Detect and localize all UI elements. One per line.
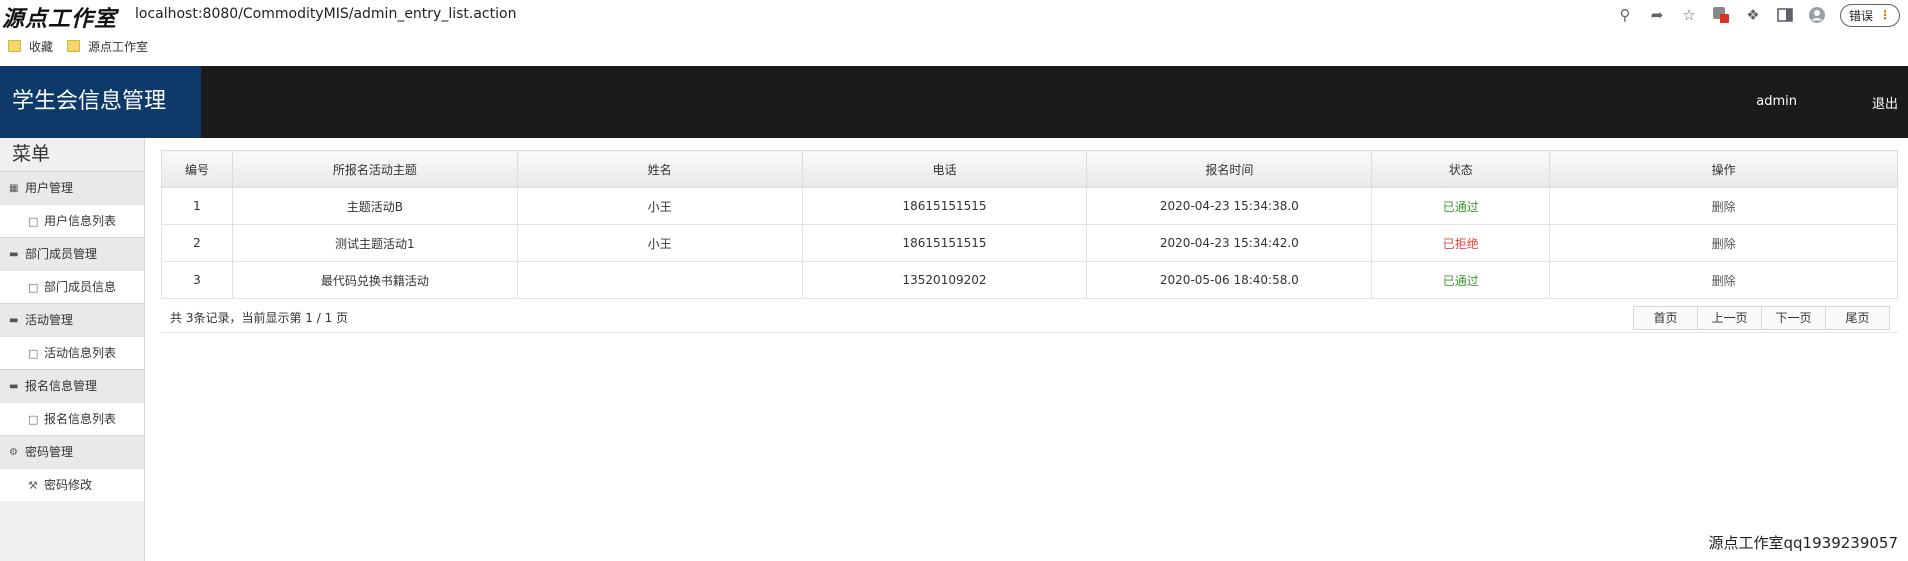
- table-header-row: 编号 所报名活动主题 姓名 电话 报名时间 状态 操作: [161, 150, 1898, 188]
- cell-activity: 测试主题活动1: [231, 224, 518, 262]
- group-label: 部门成员管理: [25, 246, 98, 261]
- page-icon: □: [28, 214, 39, 228]
- status-badge: 已拒绝: [1371, 224, 1551, 262]
- bookmark-label: 收藏: [29, 39, 54, 54]
- sidebar-group-activity[interactable]: ▬ 活动管理: [0, 303, 144, 336]
- cell-id: 2: [161, 224, 233, 262]
- app-header: 学生会信息管理 admin 退出: [0, 66, 1908, 138]
- extension-badge-icon[interactable]: [1712, 6, 1730, 24]
- cell-name: [516, 261, 803, 299]
- cell-id: 3: [161, 261, 233, 299]
- delete-link[interactable]: 删除: [1549, 224, 1898, 262]
- group-label: 报名信息管理: [25, 378, 98, 393]
- sidebar-group-entry[interactable]: ▬ 报名信息管理: [0, 369, 144, 402]
- cell-name: 小王: [516, 224, 803, 262]
- cell-name: 小王: [516, 187, 803, 225]
- star-icon[interactable]: ☆: [1680, 6, 1698, 24]
- sidebar-group-password[interactable]: ⚙ 密码管理: [0, 435, 144, 468]
- sidebar-item-user-list[interactable]: □ 用户信息列表: [0, 204, 144, 237]
- page-icon: □: [28, 280, 39, 294]
- next-page-button[interactable]: 下一页: [1761, 306, 1826, 330]
- pagination-buttons: 首页 上一页 下一页 尾页: [1633, 306, 1890, 330]
- pagination: 共 3条记录，当前显示第 1 / 1 页 首页 上一页 下一页 尾页: [161, 299, 1898, 333]
- sidebar-group-department[interactable]: ▬ 部门成员管理: [0, 237, 144, 270]
- group-label: 用户管理: [25, 180, 74, 195]
- error-label: 错误: [1848, 8, 1873, 23]
- footer-watermark: 源点工作室qq1939239057: [1708, 534, 1898, 552]
- page-icon: □: [28, 412, 39, 426]
- watermark-title: 源点工作室: [2, 6, 118, 32]
- share-icon[interactable]: ➦: [1648, 6, 1666, 24]
- cell-phone: 13520109202: [801, 261, 1088, 299]
- bookmark-favorites[interactable]: 收藏: [8, 38, 53, 55]
- logout-link[interactable]: 退出: [1872, 93, 1898, 112]
- sidebar-item-entry-list[interactable]: □ 报名信息列表: [0, 402, 144, 435]
- item-label: 活动信息列表: [44, 345, 117, 360]
- item-label: 部门成员信息: [44, 279, 117, 294]
- truck-icon: ▬: [9, 380, 19, 392]
- col-header-name: 姓名: [516, 150, 803, 188]
- col-header-time: 报名时间: [1086, 150, 1373, 188]
- cell-id: 1: [161, 187, 233, 225]
- col-header-action: 操作: [1549, 150, 1898, 188]
- table-row: 1 主题活动B 小王 18615151515 2020-04-23 15:34:…: [161, 187, 1898, 225]
- browser-address-bar: 源点工作室 localhost:8080/CommodityMIS/admin_…: [0, 0, 1908, 32]
- sidebar-item-department-members[interactable]: □ 部门成员信息: [0, 270, 144, 303]
- page-icon: □: [28, 346, 39, 360]
- sidepanel-icon[interactable]: [1776, 6, 1794, 24]
- last-page-button[interactable]: 尾页: [1825, 306, 1890, 330]
- entry-table-container: 编号 所报名活动主题 姓名 电话 报名时间 状态 操作 1 主题活动B 小王 1…: [161, 150, 1898, 299]
- status-badge: 已通过: [1371, 261, 1551, 299]
- profile-icon[interactable]: [1808, 6, 1826, 24]
- prev-page-button[interactable]: 上一页: [1697, 306, 1762, 330]
- col-header-activity: 所报名活动主题: [231, 150, 518, 188]
- status-badge: 已通过: [1371, 187, 1551, 225]
- col-header-id: 编号: [161, 150, 233, 188]
- pagination-info: 共 3条记录，当前显示第 1 / 1 页: [170, 311, 349, 325]
- col-header-phone: 电话: [801, 150, 1088, 188]
- cell-time: 2020-04-23 15:34:38.0: [1086, 187, 1373, 225]
- sidebar-group-user[interactable]: ▦ 用户管理: [0, 171, 144, 204]
- zoom-icon[interactable]: ⚲: [1616, 6, 1634, 24]
- truck-icon: ▬: [9, 314, 19, 326]
- item-label: 报名信息列表: [44, 411, 117, 426]
- gear-icon: ⚙: [9, 446, 18, 458]
- item-label: 用户信息列表: [44, 213, 117, 228]
- group-label: 密码管理: [25, 444, 74, 459]
- sidebar: 菜单 ▦ 用户管理 □ 用户信息列表 ▬ 部门成员管理 □ 部门成员信息 ▬ 活…: [0, 138, 145, 561]
- delete-link[interactable]: 删除: [1549, 261, 1898, 299]
- cell-phone: 18615151515: [801, 187, 1088, 225]
- cell-activity: 最代码兑换书籍活动: [231, 261, 518, 299]
- menu-title: 菜单: [12, 143, 51, 165]
- sidebar-item-activity-list[interactable]: □ 活动信息列表: [0, 336, 144, 369]
- url-field[interactable]: localhost:8080/CommodityMIS/admin_entry_…: [135, 6, 516, 22]
- entry-table: 编号 所报名活动主题 姓名 电话 报名时间 状态 操作 1 主题活动B 小王 1…: [161, 150, 1898, 299]
- first-page-button[interactable]: 首页: [1633, 306, 1698, 330]
- cell-phone: 18615151515: [801, 224, 1088, 262]
- bookmarks-bar: 收藏 源点工作室: [0, 35, 148, 57]
- sidebar-item-password-change[interactable]: ⚒ 密码修改: [0, 468, 144, 501]
- col-header-status: 状态: [1371, 150, 1551, 188]
- bookmark-studio[interactable]: 源点工作室: [67, 38, 148, 55]
- group-label: 活动管理: [25, 312, 74, 327]
- item-label: 密码修改: [44, 477, 93, 492]
- table-row: 2 测试主题活动1 小王 18615151515 2020-04-23 15:3…: [161, 224, 1898, 262]
- browser-toolbar: ⚲ ➦ ☆ ❖ 错误 ⋮: [1616, 3, 1900, 27]
- puzzle-icon[interactable]: ❖: [1744, 6, 1762, 24]
- truck-icon: ▬: [9, 248, 19, 260]
- cell-time: 2020-04-23 15:34:42.0: [1086, 224, 1373, 262]
- current-user[interactable]: admin: [1756, 94, 1797, 109]
- menu-dots-icon: ⋮: [1879, 8, 1891, 22]
- folder-icon: [67, 40, 81, 52]
- error-button[interactable]: 错误 ⋮: [1839, 3, 1900, 27]
- wrench-icon: ⚒: [28, 478, 38, 492]
- table-row: 3 最代码兑换书籍活动 13520109202 2020-05-06 18:40…: [161, 261, 1898, 299]
- delete-link[interactable]: 删除: [1549, 187, 1898, 225]
- user-manage-icon: ▦: [9, 182, 19, 194]
- cell-time: 2020-05-06 18:40:58.0: [1086, 261, 1373, 299]
- app-brand: 学生会信息管理: [0, 66, 201, 138]
- bookmark-label: 源点工作室: [88, 39, 149, 54]
- folder-icon: [8, 40, 21, 52]
- cell-activity: 主题活动B: [231, 187, 518, 225]
